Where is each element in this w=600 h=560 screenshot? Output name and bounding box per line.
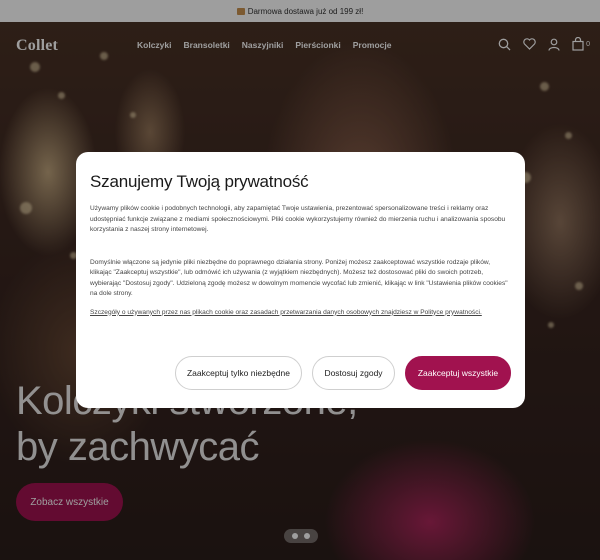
accept-all-button[interactable]: Zaakceptuj wszystkie xyxy=(405,356,511,390)
consent-buttons: Zaakceptuj tylko niezbędne Dostosuj zgod… xyxy=(175,356,511,390)
cookie-consent-modal: Szanujemy Twoją prywatność Używamy plikó… xyxy=(76,152,525,408)
customize-consent-button[interactable]: Dostosuj zgody xyxy=(312,356,395,390)
cookie-defaults-paragraph: Domyślnie włączone są jedynie pliki niez… xyxy=(90,258,508,298)
accept-necessary-button[interactable]: Zaakceptuj tylko niezbędne xyxy=(175,356,302,390)
modal-title: Szanujemy Twoją prywatność xyxy=(90,172,309,191)
cookie-info-paragraph: Używamy plików cookie i podobnych techno… xyxy=(90,205,506,233)
privacy-policy-link[interactable]: Szczegóły o używanych przez nas plikach … xyxy=(90,309,511,316)
